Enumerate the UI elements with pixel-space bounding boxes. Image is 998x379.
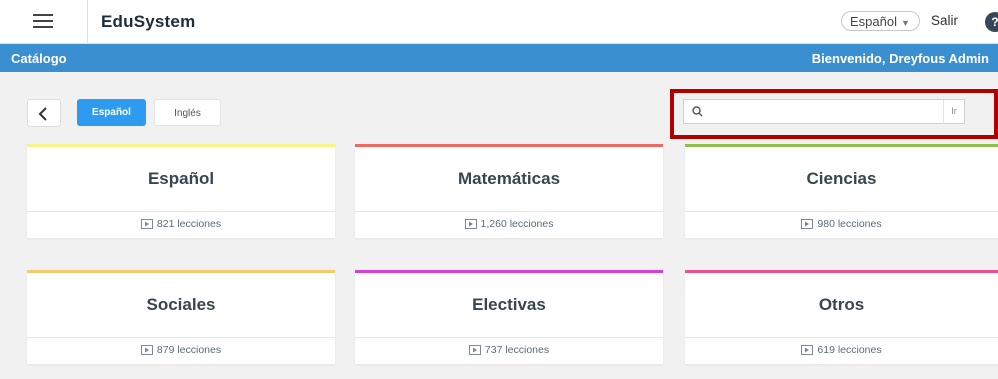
- search-box: Ir: [683, 99, 965, 124]
- language-select[interactable]: Español ▼: [841, 11, 920, 31]
- video-lesson-icon: [801, 219, 814, 229]
- video-lesson-icon: [140, 219, 153, 229]
- back-button[interactable]: [27, 99, 61, 127]
- card-lesson-count: 1,260 lecciones: [355, 212, 663, 238]
- chevron-left-icon: [38, 107, 47, 121]
- video-lesson-icon: [464, 219, 477, 229]
- lesson-count-text: 1,260 lecciones: [480, 218, 554, 230]
- lesson-count-text: 619 lecciones: [817, 344, 882, 356]
- welcome-text: Bienvenido, Dreyfous Admin: [811, 51, 989, 66]
- catalog-card[interactable]: Ciencias 980 lecciones: [685, 144, 998, 238]
- card-lesson-count: 619 lecciones: [685, 338, 998, 364]
- catalog-card[interactable]: Español 821 lecciones: [27, 144, 335, 238]
- card-lesson-count: 879 lecciones: [27, 338, 335, 364]
- lesson-count-text: 879 lecciones: [156, 344, 222, 356]
- card-title: Español: [147, 169, 215, 188]
- card-title: Ciencias: [806, 169, 877, 188]
- search-icon: [692, 106, 703, 117]
- lesson-count-text: 821 lecciones: [156, 218, 222, 230]
- card-lesson-count: 821 lecciones: [27, 212, 335, 238]
- logout-link[interactable]: Salir: [931, 13, 958, 28]
- sub-header: Catálogo Bienvenido, Dreyfous Admin: [0, 44, 998, 72]
- tab-espanol[interactable]: Español: [77, 99, 146, 126]
- catalog-card[interactable]: Matemáticas 1,260 lecciones: [355, 144, 663, 238]
- lesson-count-text: 980 lecciones: [817, 218, 882, 230]
- header-divider: [87, 0, 88, 44]
- card-title: Matemáticas: [457, 169, 561, 188]
- language-select-value: Español: [850, 14, 897, 29]
- help-icon[interactable]: ?: [985, 12, 998, 32]
- chevron-down-icon: ▼: [900, 18, 910, 28]
- search-input[interactable]: [708, 102, 928, 121]
- card-lesson-count: 980 lecciones: [685, 212, 998, 238]
- catalog-card[interactable]: Sociales 879 lecciones: [27, 270, 335, 364]
- section-title: Catálogo: [11, 51, 67, 66]
- top-bar: EduSystem Español ▼ Salir ?: [0, 0, 998, 44]
- video-lesson-icon: [468, 345, 481, 355]
- card-title: Sociales: [146, 295, 216, 314]
- card-lesson-count: 737 lecciones: [355, 338, 663, 364]
- catalog-card[interactable]: Otros 619 lecciones: [685, 270, 998, 364]
- video-lesson-icon: [140, 345, 153, 355]
- card-title: Electivas: [472, 295, 546, 314]
- search-go-button[interactable]: Ir: [943, 100, 964, 123]
- tab-ingles[interactable]: Inglés: [154, 99, 221, 126]
- video-lesson-icon: [801, 345, 814, 355]
- card-title: Otros: [818, 295, 865, 314]
- lesson-count-text: 737 lecciones: [484, 344, 550, 356]
- hamburger-menu-icon[interactable]: [33, 14, 53, 30]
- app-title: EduSystem: [101, 12, 196, 31]
- catalog-card[interactable]: Electivas 737 lecciones: [355, 270, 663, 364]
